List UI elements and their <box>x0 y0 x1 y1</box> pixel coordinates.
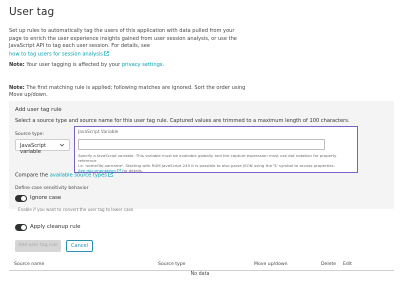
order-note-label: Note: <box>9 85 25 91</box>
ignore-case-toggle[interactable] <box>15 195 27 202</box>
column-source-type: Source type <box>158 262 186 267</box>
privacy-settings-link[interactable]: privacy settings <box>122 62 163 68</box>
toggle-knob <box>21 225 26 230</box>
rules-table-header: Source name Source type Move up/down Del… <box>9 262 394 270</box>
tag-users-doc-link[interactable]: how to tag users for session analysis <box>9 51 103 57</box>
help-end: for details. <box>122 168 144 173</box>
external-link-icon <box>104 50 109 56</box>
panel-description: Select a source type and source name for… <box>15 118 350 124</box>
column-edit: Edit <box>343 262 352 267</box>
privacy-note: Note: Your user tagging is affected by y… <box>9 62 164 70</box>
intro-text: Set up rules to automatically tag the us… <box>9 28 379 59</box>
panel-title: Add user tag rule <box>15 107 62 113</box>
external-link-icon <box>117 168 121 173</box>
note-end: . <box>162 62 165 68</box>
ignore-case-help: Enable if you want to convert the user t… <box>18 207 134 212</box>
help-line: Specify a JavaScript variable. This vari… <box>78 153 337 163</box>
page-title: User tag <box>9 6 55 18</box>
compare-text: Compare the available source types <box>15 172 113 179</box>
add-user-tag-rule-button[interactable]: Add user tag rule <box>15 240 61 252</box>
column-move: Move up/down <box>254 262 288 267</box>
js-variable-help: Specify a JavaScript variable. This vari… <box>78 153 353 173</box>
intro-line: Set up rules to automatically tag the us… <box>9 28 235 34</box>
ignore-case-label: Ignore case <box>30 195 62 201</box>
table-empty-text: No data <box>190 272 210 277</box>
chevron-down-icon <box>59 143 65 147</box>
compare-label: Compare the <box>15 172 49 179</box>
cancel-button[interactable]: Cancel <box>66 240 93 252</box>
source-types-link[interactable]: available source types <box>50 173 107 179</box>
source-type-select[interactable]: JavaScript variable <box>15 139 70 155</box>
cleanup-rule-label: Apply cleanup rule <box>30 224 81 230</box>
intro-line: page to enrich the user experience insig… <box>9 35 237 42</box>
external-link-icon <box>108 172 113 177</box>
toggle-knob <box>21 196 26 201</box>
intro-line: JavaScript API to tag each user session.… <box>9 43 150 50</box>
sensitivity-label: Define case sensitivity behavior <box>15 186 89 191</box>
table-divider <box>9 270 394 271</box>
column-source-name: Source name <box>14 262 45 267</box>
note-text: Your user tagging is affected by your <box>26 62 121 68</box>
source-type-label: Source type: <box>15 132 45 137</box>
js-variable-label: JavaScript Variable <box>78 130 119 135</box>
column-delete: Delete <box>321 262 337 267</box>
js-variable-input[interactable] <box>78 139 325 150</box>
cleanup-rule-toggle[interactable] <box>15 224 27 231</box>
note-label: Note: <box>9 62 25 68</box>
order-note-line2: Move up/down. <box>9 92 48 98</box>
order-note-line1: The first matching rule is applied; foll… <box>26 85 246 91</box>
